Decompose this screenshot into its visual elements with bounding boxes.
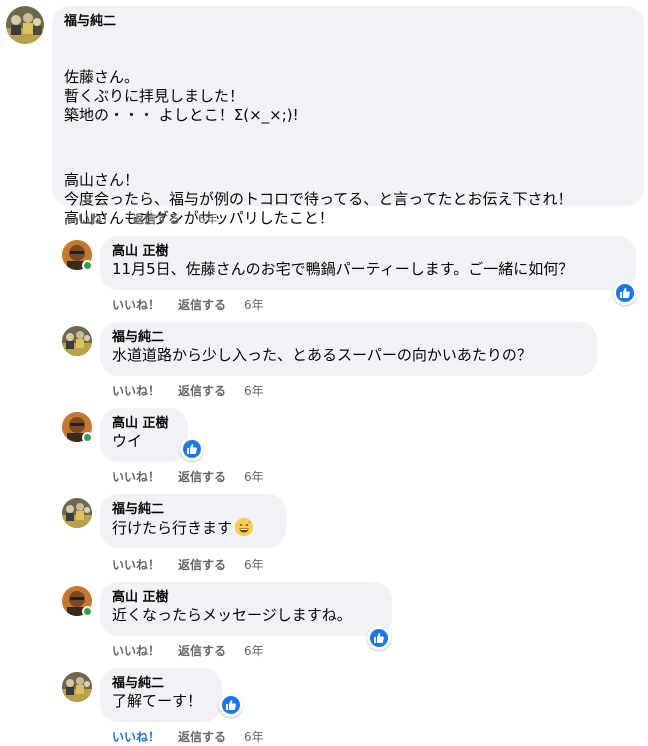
reply-actions: いいね！ 返信する 6年 bbox=[112, 383, 282, 399]
comment-text: 佐藤さん。 暫くぶりに拝見しました！ 築地の・・・ よしとこ！Σ(×_×;)! … bbox=[64, 30, 632, 266]
reply-actions: いいね！ 返信する 6年 bbox=[112, 729, 282, 745]
online-status-dot bbox=[82, 606, 93, 617]
thumbs-up-icon bbox=[374, 633, 384, 643]
reaction-badge[interactable] bbox=[219, 693, 243, 717]
reply-bubble: 高山 正樹 近くなったらメッセージしますね。 bbox=[100, 582, 392, 636]
reply-author[interactable]: 高山 正樹 bbox=[112, 590, 380, 606]
reply-actions: いいね！ 返信する 6年 bbox=[112, 297, 282, 313]
reply-timestamp[interactable]: 6年 bbox=[244, 383, 264, 399]
comment-timestamp[interactable]: 6年 bbox=[198, 211, 218, 227]
reply-author[interactable]: 高山 正樹 bbox=[112, 416, 176, 432]
avatar-fukuyo[interactable] bbox=[62, 672, 92, 702]
reply-timestamp[interactable]: 6年 bbox=[244, 643, 264, 659]
like-link[interactable]: いいね！ bbox=[112, 297, 160, 313]
like-link[interactable]: いいね！ bbox=[112, 383, 160, 399]
comment-author[interactable]: 福与純二 bbox=[64, 14, 632, 30]
reply-timestamp[interactable]: 6年 bbox=[244, 557, 264, 573]
reply-actions: いいね！ 返信する 6年 bbox=[112, 557, 282, 573]
reply-author[interactable]: 高山 正樹 bbox=[112, 244, 624, 260]
reply-bubble: 高山 正樹 11月5日、佐藤さんのお宅で鴨鍋パーティーします。ご一緒に如何？ bbox=[100, 236, 636, 290]
reply-link[interactable]: 返信する bbox=[178, 729, 226, 745]
reply-text: 了解てーす！ bbox=[112, 692, 203, 710]
reply-timestamp[interactable]: 6年 bbox=[244, 729, 264, 745]
like-link-liked[interactable]: いいね！ bbox=[112, 729, 160, 745]
reply-bubble: 福与純二 行けたら行きます bbox=[100, 494, 286, 548]
reply-author[interactable]: 福与純二 bbox=[112, 502, 274, 518]
reply-author[interactable]: 福与純二 bbox=[112, 330, 585, 346]
comment-actions: いいね！ 返信する 6年 bbox=[66, 211, 236, 227]
reply-text-content: 行けたら行きます bbox=[112, 519, 233, 537]
reply-actions: いいね！ 返信する 6年 bbox=[112, 643, 282, 659]
like-link[interactable]: いいね！ bbox=[112, 557, 160, 573]
grinning-sweat-emoji bbox=[235, 518, 254, 536]
reaction-badge[interactable] bbox=[180, 437, 204, 461]
reply-bubble: 福与純二 了解てーす！ bbox=[100, 668, 222, 722]
reply-link[interactable]: 返信する bbox=[178, 469, 226, 485]
reply-text: 近くなったらメッセージしますね。 bbox=[112, 606, 352, 624]
reply-text: 行けたら行きます bbox=[112, 518, 274, 538]
reply-text: 11月5日、佐藤さんのお宅で鴨鍋パーティーします。ご一緒に如何？ bbox=[112, 260, 574, 278]
comment-paragraph: 佐藤さん。 暫くぶりに拝見しました！ 築地の・・・ よしとこ！Σ(×_×;)! bbox=[64, 68, 299, 124]
reply-link[interactable]: 返信する bbox=[132, 211, 180, 227]
reply-text: ウイ bbox=[112, 432, 143, 450]
reply-bubble: 福与純二 水道道路から少し入った、とあるスーパーの向かいあたりの？ bbox=[100, 322, 597, 376]
online-status-dot bbox=[82, 432, 93, 443]
reply-actions: いいね！ 返信する 6年 bbox=[112, 469, 282, 485]
thumbs-up-icon bbox=[620, 288, 630, 298]
like-link[interactable]: いいね！ bbox=[112, 469, 160, 485]
avatar-fukuyo[interactable] bbox=[62, 326, 92, 356]
reply-timestamp[interactable]: 6年 bbox=[244, 297, 264, 313]
like-link[interactable]: いいね！ bbox=[66, 211, 114, 227]
reply-timestamp[interactable]: 6年 bbox=[244, 469, 264, 485]
reply-text: 水道道路から少し入った、とあるスーパーの向かいあたりの？ bbox=[112, 346, 532, 364]
reply-bubble: 高山 正樹 ウイ bbox=[100, 408, 188, 462]
comment-bubble: 福与純二 佐藤さん。 暫くぶりに拝見しました！ 築地の・・・ よしとこ！Σ(×_… bbox=[52, 6, 644, 227]
reply-link[interactable]: 返信する bbox=[178, 297, 226, 313]
online-status-dot bbox=[82, 260, 93, 271]
reply-link[interactable]: 返信する bbox=[178, 383, 226, 399]
like-link[interactable]: いいね！ bbox=[112, 643, 160, 659]
avatar-fukuyo[interactable] bbox=[62, 498, 92, 528]
reaction-badge[interactable] bbox=[367, 626, 391, 650]
reply-author[interactable]: 福与純二 bbox=[112, 676, 210, 692]
thumbs-up-icon bbox=[226, 700, 236, 710]
reply-link[interactable]: 返信する bbox=[178, 643, 226, 659]
thumbs-up-icon bbox=[187, 444, 197, 454]
reaction-badge[interactable] bbox=[613, 281, 637, 305]
reply-link[interactable]: 返信する bbox=[178, 557, 226, 573]
avatar-fukuyo[interactable] bbox=[6, 6, 44, 44]
